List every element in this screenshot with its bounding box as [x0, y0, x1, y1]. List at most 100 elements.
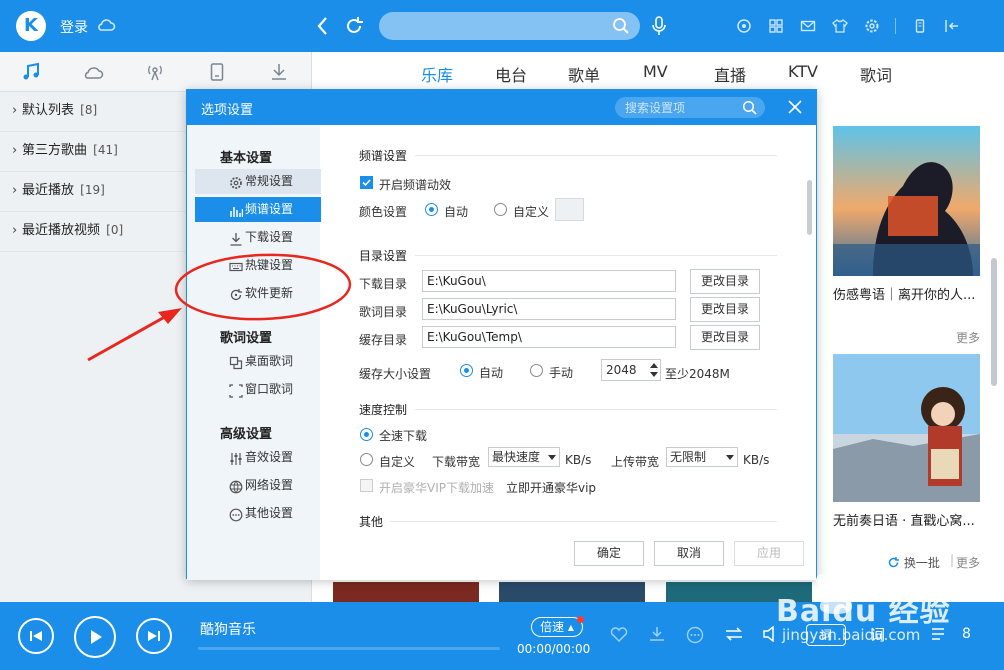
apply-button[interactable]: 应用: [734, 541, 804, 566]
left-tabs: [0, 52, 311, 92]
progress-bar[interactable]: [198, 647, 500, 650]
change-download-dir-button[interactable]: 更改目录: [690, 269, 760, 294]
change-lyric-dir-button[interactable]: 更改目录: [690, 297, 760, 322]
scrollbar[interactable]: [991, 258, 997, 386]
download-dir-field[interactable]: E:\KuGou\: [422, 270, 676, 292]
change-cache-dir-button[interactable]: 更改目录: [690, 325, 760, 350]
sidebar-item-other[interactable]: 其他设置: [195, 501, 321, 526]
tab-radio[interactable]: 电台: [495, 62, 527, 86]
login-link[interactable]: 登录: [60, 17, 88, 37]
dialog-scrollbar[interactable]: [807, 180, 812, 235]
apps-icon[interactable]: [760, 14, 792, 38]
music-icon[interactable]: [0, 52, 62, 92]
tab-ktv[interactable]: KTV: [788, 62, 818, 81]
playlist-cover[interactable]: [333, 582, 479, 602]
lyric-dir-field[interactable]: E:\KuGou\Lyric\: [422, 298, 676, 320]
vip-open-link[interactable]: 立即开通豪华vip: [506, 479, 596, 496]
color-custom-label: 自定义: [513, 205, 550, 219]
cache-size-stepper[interactable]: 2048: [601, 359, 661, 381]
ok-button[interactable]: 确定: [574, 541, 644, 566]
dialog-title: 选项设置: [201, 103, 254, 118]
cache-auto-label: 自动: [479, 366, 504, 380]
download-icon[interactable]: [648, 626, 666, 645]
color-custom-radio[interactable]: [494, 203, 507, 216]
upload-bandwidth-select[interactable]: 无限制: [666, 447, 738, 467]
more-link[interactable]: 更多: [956, 329, 980, 346]
search-input[interactable]: [379, 12, 640, 40]
divider: [415, 255, 777, 256]
playlist-title[interactable]: 无前奏日语 · 直戳心窝...: [833, 510, 975, 529]
sidebar-item-desktop-lyrics[interactable]: 桌面歌词: [195, 349, 321, 374]
cloud-icon[interactable]: [96, 15, 116, 38]
check-icon: [362, 179, 371, 187]
stepper-down-icon[interactable]: [650, 372, 658, 377]
tab-mv[interactable]: MV: [643, 62, 668, 81]
more-link[interactable]: 更多: [956, 554, 980, 571]
radio-icon[interactable]: [124, 52, 186, 92]
cache-auto-radio[interactable]: [460, 364, 473, 377]
cache-dir-field[interactable]: E:\KuGou\Temp\: [422, 326, 676, 348]
speed-full-radio[interactable]: [360, 428, 373, 441]
tab-lyrics[interactable]: 歌词: [860, 62, 892, 86]
tab-playlist[interactable]: 歌单: [568, 62, 600, 86]
playlist-cover[interactable]: [833, 126, 980, 276]
tab-library[interactable]: 乐库: [421, 62, 453, 86]
device-icon[interactable]: [186, 52, 248, 92]
speed-custom-radio[interactable]: [360, 453, 373, 466]
color-auto-radio[interactable]: [425, 203, 438, 216]
prev-button[interactable]: [18, 618, 54, 654]
vip-accel-checkbox[interactable]: [360, 479, 373, 492]
cache-manual-radio[interactable]: [530, 364, 543, 377]
search-icon[interactable]: [612, 17, 630, 38]
speed-custom-label: 自定义: [379, 455, 416, 469]
refresh-icon[interactable]: [343, 14, 365, 41]
more-icon[interactable]: [686, 626, 704, 647]
cloud-icon[interactable]: [62, 52, 124, 92]
lyric-dir-label: 歌词目录: [359, 305, 408, 319]
playlist-title[interactable]: 伤感粤语｜离开你的人...: [833, 284, 975, 303]
sidebar-item-window-lyrics[interactable]: 窗口歌词: [195, 377, 321, 402]
next-button[interactable]: [136, 618, 172, 654]
refresh-batch-button[interactable]: 换一批: [887, 554, 940, 571]
back-icon[interactable]: [314, 14, 332, 41]
sidebar-item-update[interactable]: 软件更新: [195, 281, 321, 306]
settings-search-input[interactable]: [625, 99, 735, 116]
play-button[interactable]: [74, 616, 116, 658]
close-icon[interactable]: [787, 99, 803, 118]
stepper-up-icon[interactable]: [650, 363, 658, 368]
sidebar-item-spectrum[interactable]: 频谱设置: [195, 197, 321, 222]
search-icon[interactable]: [742, 100, 757, 118]
skin-icon[interactable]: [824, 14, 856, 38]
mail-icon[interactable]: [792, 14, 824, 38]
download-bandwidth-select[interactable]: 最快速度: [488, 447, 560, 467]
divider: |: [950, 553, 955, 567]
upload-unit: KB/s: [743, 453, 770, 467]
mini-mode-icon[interactable]: [904, 14, 936, 38]
sidebar-item-network[interactable]: 网络设置: [195, 473, 321, 498]
exit-mini-icon[interactable]: [936, 14, 968, 38]
playlist-cover[interactable]: [499, 582, 645, 602]
loop-icon[interactable]: [724, 626, 744, 645]
game-icon[interactable]: [728, 14, 760, 38]
keyboard-icon: [229, 258, 243, 283]
sidebar-item-hotkey[interactable]: 热键设置: [195, 253, 321, 278]
spectrum-enable-checkbox[interactable]: [360, 176, 373, 189]
playlist-cover[interactable]: [833, 354, 980, 502]
settings-search[interactable]: [615, 97, 765, 118]
main-nav: 乐库 电台 歌单 MV 直播 KTV 歌词: [312, 52, 1004, 92]
tab-live[interactable]: 直播: [714, 62, 746, 86]
sidebar-item-general[interactable]: 常规设置: [195, 169, 321, 194]
next-icon: [148, 631, 160, 641]
settings-icon[interactable]: [856, 14, 888, 38]
divider: [415, 409, 777, 410]
cancel-button[interactable]: 取消: [654, 541, 724, 566]
kugou-logo[interactable]: K: [16, 11, 46, 41]
color-swatch[interactable]: [555, 198, 584, 221]
download-icon[interactable]: [248, 52, 310, 92]
mic-icon[interactable]: [650, 14, 668, 41]
sidebar-item-sound-effects[interactable]: 音效设置: [195, 445, 321, 470]
heart-icon[interactable]: [610, 626, 628, 645]
color-setting-label: 颜色设置: [359, 205, 408, 219]
sidebar-item-download[interactable]: 下载设置: [195, 225, 321, 250]
speed-button[interactable]: 倍速 ▴: [531, 617, 583, 637]
